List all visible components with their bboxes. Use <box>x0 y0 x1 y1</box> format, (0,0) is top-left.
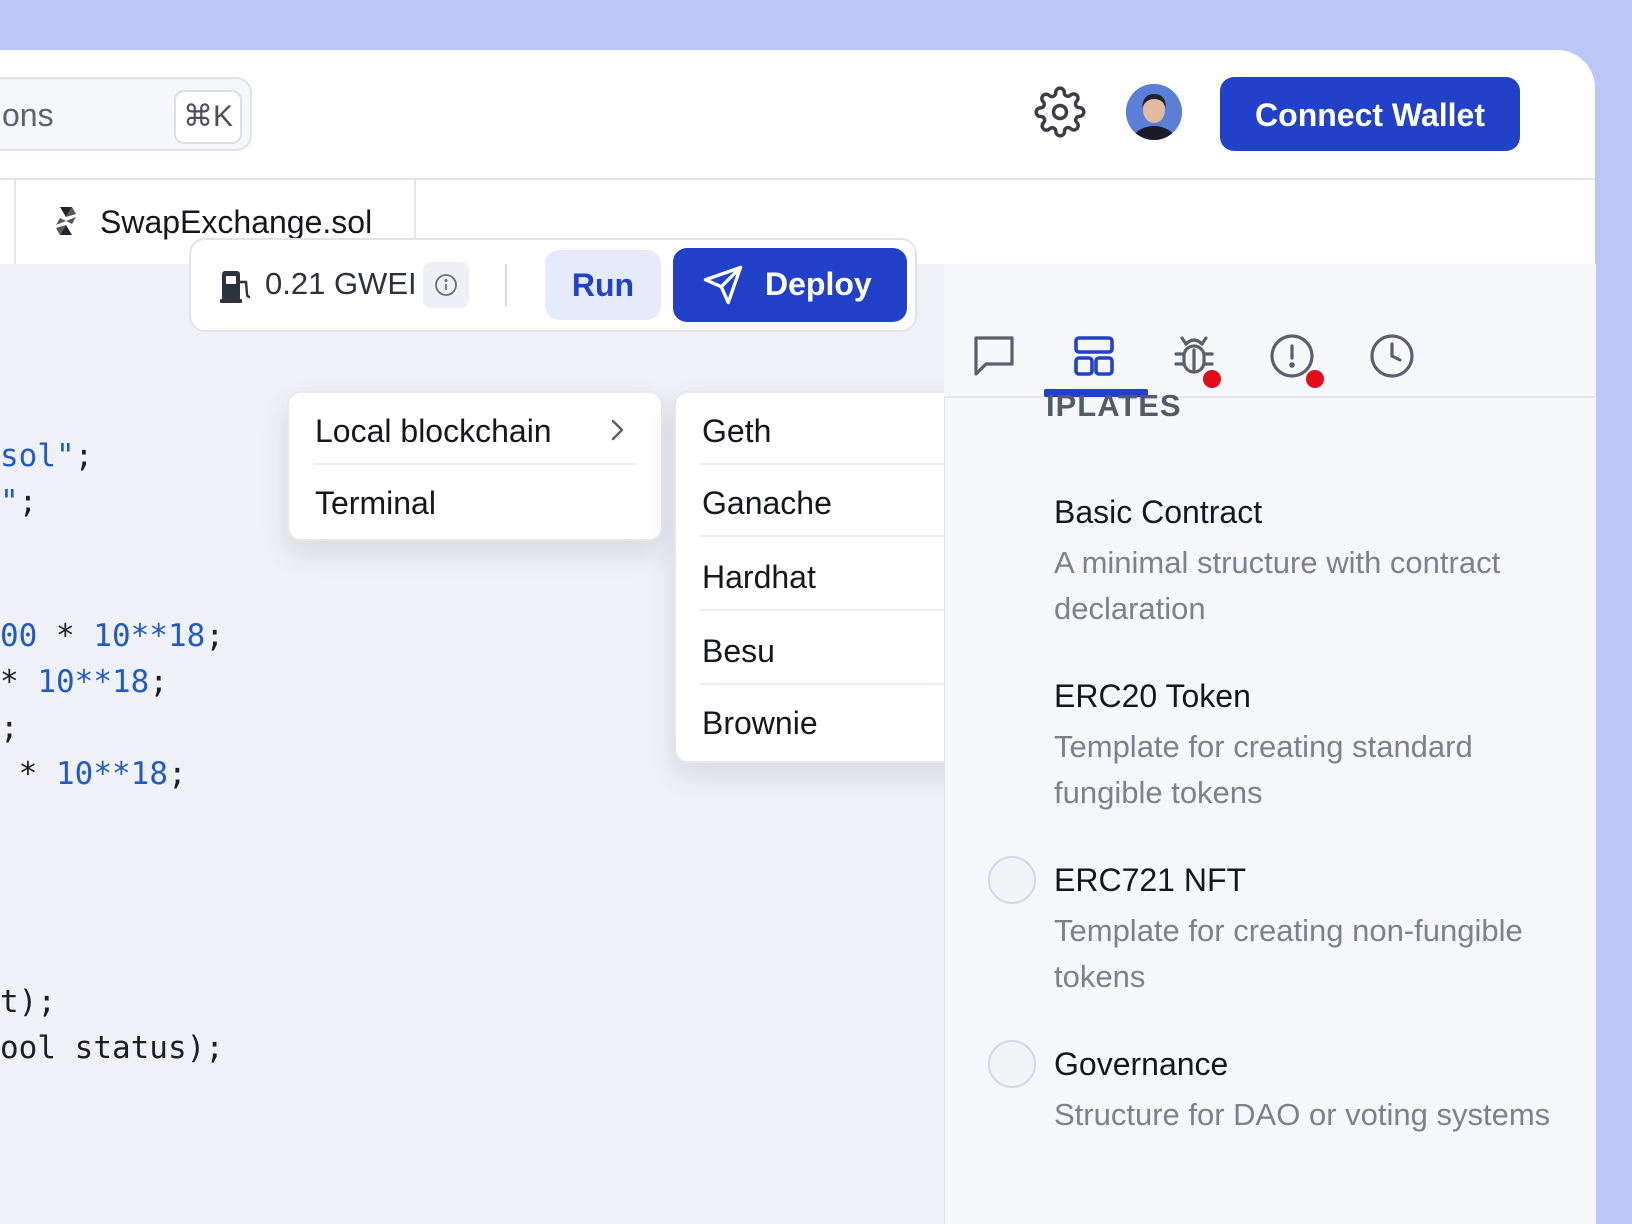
submenu-item-brownie[interactable]: Brownie <box>702 705 818 742</box>
side-panel-tabs <box>944 264 1595 398</box>
submenu-item-hardhat[interactable]: Hardhat <box>702 559 816 596</box>
top-bar: ons ⌘K Connect Wallet <box>0 50 1595 180</box>
code-line: ool status); <box>0 1030 224 1066</box>
run-button[interactable]: Run <box>545 250 661 320</box>
code-line: ; <box>0 710 19 746</box>
template-radio[interactable] <box>988 856 1036 904</box>
template-description: Structure for DAO or voting systems <box>1054 1097 1551 1132</box>
search-input-text: ons <box>2 97 54 133</box>
debug-alert-dot <box>1203 370 1221 388</box>
templates-section-title: IPLATES <box>1046 388 1182 423</box>
avatar-portrait <box>1126 84 1182 140</box>
search-shortcut-badge: ⌘K <box>174 90 242 144</box>
history-icon[interactable] <box>1368 332 1416 380</box>
menu-item-terminal[interactable]: Terminal <box>315 485 436 522</box>
connect-wallet-button[interactable]: Connect Wallet <box>1220 77 1520 151</box>
info-icon <box>435 274 457 296</box>
menu-item-label: Terminal <box>315 485 436 521</box>
avatar[interactable] <box>1126 84 1182 140</box>
template-description: Template for creating standard fungible … <box>1054 729 1473 810</box>
code-line: t); <box>0 984 56 1020</box>
template-title[interactable]: Governance <box>1054 1046 1228 1083</box>
gear-icon[interactable] <box>1034 86 1086 138</box>
submenu-item-geth[interactable]: Geth <box>702 413 771 450</box>
search-input[interactable]: ons ⌘K <box>0 77 252 151</box>
templates-icon[interactable] <box>1070 332 1118 380</box>
deploy-button[interactable]: Deploy <box>673 248 907 322</box>
deploy-menu: Local blockchain Terminal <box>287 391 663 541</box>
submenu-item-ganache[interactable]: Ganache <box>702 485 832 522</box>
gas-pump-icon <box>220 271 251 303</box>
code-line: sol"; <box>0 438 94 474</box>
code-line: "; <box>0 484 38 520</box>
menu-item-label: Local blockchain <box>315 413 552 449</box>
deploy-button-label: Deploy <box>765 266 872 302</box>
template-title[interactable]: ERC20 Token <box>1054 678 1251 715</box>
run-deploy-toolbar: 0.21 GWEI Run Deploy <box>189 238 917 332</box>
code-line: * 10**18; <box>0 756 187 792</box>
template-radio[interactable] <box>988 1040 1036 1088</box>
submenu-item-besu[interactable]: Besu <box>702 633 775 670</box>
chat-icon[interactable] <box>970 332 1018 380</box>
toolbar-divider <box>505 264 507 306</box>
solidity-icon <box>56 207 76 235</box>
menu-item-local-blockchain[interactable]: Local blockchain <box>315 413 552 450</box>
file-tab-label: SwapExchange.sol <box>100 204 373 240</box>
menu-divider <box>313 463 637 465</box>
gas-price: 0.21 GWEI <box>265 266 417 301</box>
template-description: Template for creating non-fungible token… <box>1054 913 1523 994</box>
template-title[interactable]: ERC721 NFT <box>1054 862 1246 899</box>
gas-info-button[interactable] <box>423 262 469 308</box>
alert-alert-dot <box>1306 370 1324 388</box>
template-title[interactable]: Basic Contract <box>1054 494 1262 531</box>
template-description: A minimal structure with contract declar… <box>1054 545 1501 626</box>
code-line: 00 * 10**18; <box>0 618 224 654</box>
send-icon <box>703 265 743 305</box>
code-line: * 10**18; <box>0 664 168 700</box>
chevron-right-icon <box>611 419 624 441</box>
